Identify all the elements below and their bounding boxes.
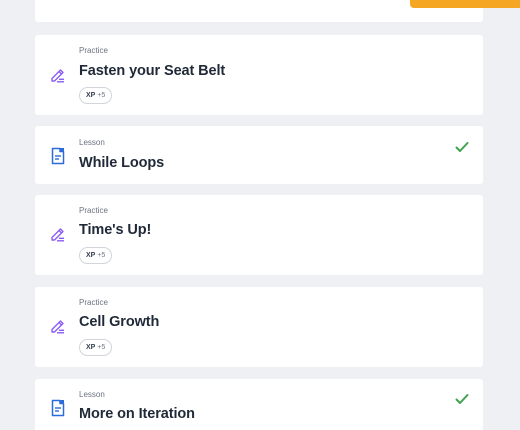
document-icon (49, 147, 67, 165)
xp-value: +5 (97, 252, 106, 259)
item-type-label: Practice (79, 206, 108, 215)
pencil-icon (49, 318, 67, 336)
item-type-label: Lesson (79, 138, 105, 147)
document-icon (49, 399, 67, 417)
xp-badge: XP +5 (79, 339, 113, 356)
item-type-label: Practice (79, 298, 108, 307)
item-type-label: Lesson (79, 390, 105, 399)
item-title[interactable]: Time's Up! (79, 222, 151, 238)
xp-label: XP (86, 92, 96, 99)
item-title[interactable]: Fasten your Seat Belt (79, 63, 225, 79)
continue-button[interactable] (410, 0, 520, 8)
xp-label: XP (86, 252, 96, 259)
pencil-icon (49, 226, 67, 244)
item-type-label: Practice (79, 46, 108, 55)
practice-item-card[interactable]: Practice Cell Growth XP +5 (35, 287, 483, 367)
item-title[interactable]: Cell Growth (79, 314, 159, 330)
practice-item-card[interactable]: Practice Fasten your Seat Belt XP +5 (35, 35, 483, 115)
practice-item-card[interactable]: Practice Time's Up! XP +5 (35, 195, 483, 275)
checkmark-icon (455, 140, 469, 152)
item-title[interactable]: More on Iteration (79, 406, 195, 422)
xp-label: XP (86, 344, 96, 351)
xp-value: +5 (97, 92, 106, 99)
checkmark-icon (455, 392, 469, 404)
xp-value: +5 (97, 344, 106, 351)
xp-badge: XP +5 (79, 247, 113, 264)
lesson-item-card[interactable]: Lesson More on Iteration (35, 379, 483, 430)
item-title[interactable]: While Loops (79, 155, 164, 171)
course-page: Practice Fasten your Seat Belt XP +5 Les… (0, 0, 520, 430)
xp-badge: XP +5 (79, 87, 113, 104)
lesson-item-card[interactable]: Lesson While Loops (35, 126, 483, 184)
pencil-icon (49, 67, 67, 85)
